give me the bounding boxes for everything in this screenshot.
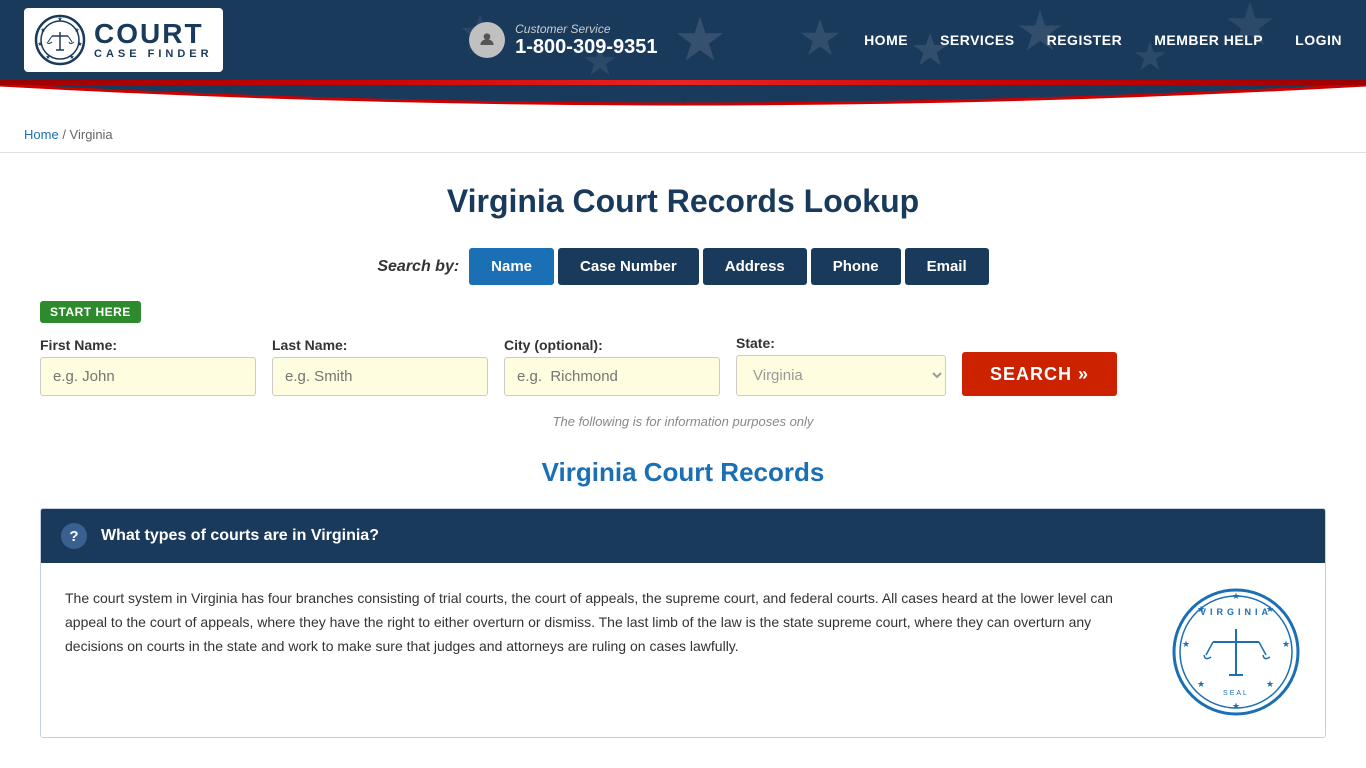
last-name-input[interactable] — [272, 357, 488, 396]
svg-text:★: ★ — [673, 6, 727, 73]
svg-text:★: ★ — [45, 54, 50, 61]
search-section: Search by: Name Case Number Address Phon… — [40, 248, 1326, 396]
state-label: State: — [736, 335, 946, 351]
svg-text:★: ★ — [1223, 0, 1277, 58]
svg-text:★: ★ — [37, 41, 42, 48]
cs-label: Customer Service — [515, 22, 657, 36]
city-label: City (optional): — [504, 337, 720, 353]
svg-text:★: ★ — [1232, 701, 1240, 711]
accordion-body-text: The court system in Virginia has four br… — [65, 587, 1147, 658]
state-select[interactable]: Virginia Alabama Alaska Arizona Arkansas… — [736, 355, 946, 396]
info-note: The following is for information purpose… — [40, 414, 1326, 429]
logo-court-text: COURT — [94, 20, 213, 48]
nav-member-help[interactable]: MEMBER HELP — [1154, 32, 1263, 48]
tab-case-number[interactable]: Case Number — [558, 248, 699, 285]
breadcrumb-current: Virginia — [70, 127, 113, 142]
search-by-label: Search by: — [377, 258, 459, 276]
state-group: State: Virginia Alabama Alaska Arizona A… — [736, 335, 946, 396]
customer-service: Customer Service 1-800-309-9351 — [469, 22, 657, 59]
search-button[interactable]: SEARCH » — [962, 352, 1117, 396]
logo-text: COURT CASE FINDER — [94, 20, 213, 60]
svg-text:★: ★ — [1266, 679, 1274, 689]
svg-text:★: ★ — [74, 27, 79, 34]
svg-text:★: ★ — [1182, 639, 1190, 649]
breadcrumb: Home / Virginia — [0, 117, 1366, 153]
logo-emblem-icon: ★ ★ ★ ★ ★ ★ ★ — [34, 14, 86, 66]
nav-services[interactable]: SERVICES — [940, 32, 1015, 48]
search-form-row: First Name: Last Name: City (optional): … — [40, 335, 1326, 396]
nav-home[interactable]: HOME — [864, 32, 908, 48]
svg-text:★: ★ — [1282, 639, 1290, 649]
nav-register[interactable]: REGISTER — [1047, 32, 1123, 48]
breadcrumb-home-link[interactable]: Home — [24, 127, 59, 142]
svg-text:★: ★ — [77, 41, 82, 48]
page-title: Virginia Court Records Lookup — [40, 183, 1326, 220]
logo-case-finder-text: CASE FINDER — [94, 48, 213, 60]
accordion-title: What types of courts are in Virginia? — [101, 527, 379, 545]
main-content: Virginia Court Records Lookup Search by:… — [0, 153, 1366, 758]
accordion-body: The court system in Virginia has four br… — [41, 563, 1325, 737]
cs-text: Customer Service 1-800-309-9351 — [515, 22, 657, 59]
phone-icon — [469, 22, 505, 58]
svg-text:★: ★ — [69, 54, 74, 61]
first-name-label: First Name: — [40, 337, 256, 353]
last-name-group: Last Name: — [272, 337, 488, 396]
start-here-badge: START HERE — [40, 301, 141, 323]
svg-text:SEAL: SEAL — [1223, 690, 1249, 697]
city-group: City (optional): — [504, 337, 720, 396]
last-name-label: Last Name: — [272, 337, 488, 353]
banner-wave: ★ ★ ★ ★ ★ ★ — [0, 85, 1366, 117]
accordion-header[interactable]: ? What types of courts are in Virginia? — [41, 509, 1325, 563]
search-tabs: Name Case Number Address Phone Email — [469, 248, 988, 285]
main-nav: HOME SERVICES REGISTER MEMBER HELP LOGIN — [864, 32, 1342, 48]
svg-text:★: ★ — [1197, 679, 1205, 689]
virginia-seal-icon: ★ ★ ★ ★ ★ ★ ★ ★ VIRGINIA SEAL — [1171, 587, 1301, 717]
question-icon: ? — [61, 523, 87, 549]
cs-phone-number: 1-800-309-9351 — [515, 36, 657, 59]
svg-text:★: ★ — [1015, 0, 1064, 62]
tab-address[interactable]: Address — [703, 248, 807, 285]
first-name-group: First Name: — [40, 337, 256, 396]
search-by-row: Search by: Name Case Number Address Phon… — [40, 248, 1326, 285]
accordion-item: ? What types of courts are in Virginia? … — [40, 508, 1326, 738]
svg-text:VIRGINIA: VIRGINIA — [1200, 607, 1272, 617]
svg-text:★: ★ — [40, 27, 45, 34]
breadcrumb-separator: / — [62, 127, 69, 142]
header: ★ ★ ★ ★ ★ ★ ★ ★ ★ ★ ★ ★ ★ ★ ★ — [0, 0, 1366, 80]
svg-text:★: ★ — [1232, 591, 1240, 601]
svg-text:★: ★ — [57, 16, 62, 23]
tab-name[interactable]: Name — [469, 248, 554, 285]
svg-text:★: ★ — [798, 10, 843, 66]
logo-area: ★ ★ ★ ★ ★ ★ ★ COURT CASE FINDER — [24, 8, 223, 72]
city-input[interactable] — [504, 357, 720, 396]
tab-email[interactable]: Email — [905, 248, 989, 285]
nav-login[interactable]: LOGIN — [1295, 32, 1342, 48]
tab-phone[interactable]: Phone — [811, 248, 901, 285]
section-title: Virginia Court Records — [40, 457, 1326, 488]
logo-box: ★ ★ ★ ★ ★ ★ ★ COURT CASE FINDER — [24, 8, 223, 72]
first-name-input[interactable] — [40, 357, 256, 396]
form-container: START HERE First Name: Last Name: City (… — [40, 301, 1326, 396]
